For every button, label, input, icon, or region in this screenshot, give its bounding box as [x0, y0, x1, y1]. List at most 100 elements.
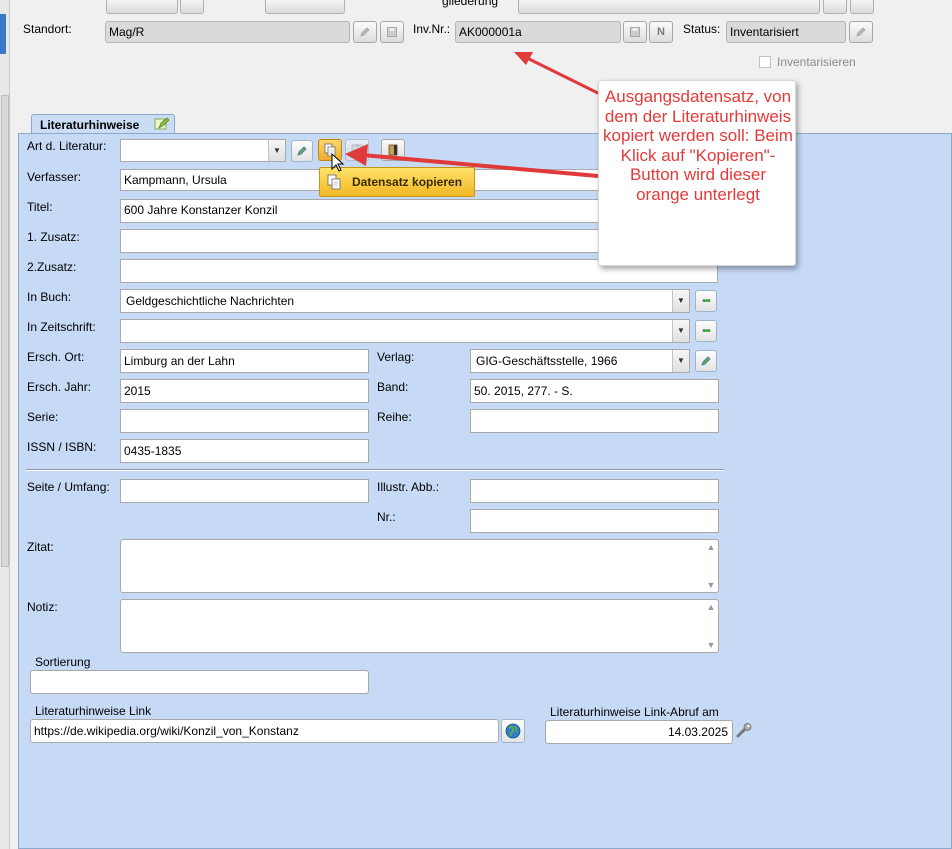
top-cut-button-3[interactable]: [265, 0, 345, 14]
pencil-icon: [297, 146, 307, 156]
inzeitschrift-label: In Zeitschrift:: [27, 320, 96, 334]
nr-label: Nr.:: [377, 510, 396, 524]
sortierung-field[interactable]: [30, 670, 369, 694]
verlag-combo[interactable]: GIG-Geschäftsstelle, 1966 ▼: [470, 349, 690, 373]
erschjahr-field[interactable]: 2015: [120, 379, 369, 403]
top-cut-field[interactable]: [518, 0, 820, 14]
notes-edit-icon: [154, 117, 170, 130]
serie-label: Serie:: [27, 410, 59, 424]
verlag-value: GIG-Geschäftsstelle, 1966: [476, 354, 618, 368]
open-link-button[interactable]: [501, 719, 525, 743]
band-label: Band:: [377, 380, 409, 394]
inbuch-label: In Buch:: [27, 290, 72, 304]
globe-icon: [505, 723, 521, 739]
scroll-down-icon[interactable]: ▼: [706, 640, 716, 650]
chevron-down-icon[interactable]: ▼: [672, 290, 689, 312]
verfasser-label: Verfasser:: [27, 170, 82, 184]
illustr-field[interactable]: [470, 479, 719, 503]
tab-literaturhinweise[interactable]: Literaturhinweise: [31, 114, 175, 134]
verlag-label: Verlag:: [377, 350, 415, 364]
paste-icon: [351, 144, 363, 157]
wrench-icon[interactable]: [736, 723, 754, 739]
paste-record-button[interactable]: [345, 139, 369, 161]
inzeitschrift-more-button[interactable]: •••: [695, 320, 717, 342]
art-label: Art d. Literatur:: [27, 139, 107, 153]
top-cut-button-1[interactable]: [106, 0, 178, 14]
callout-text: Ausgangsdatensatz, von dem der Literatur…: [603, 87, 793, 204]
top-cut-button-4[interactable]: [823, 0, 847, 14]
invnr-field[interactable]: AK000001a: [455, 21, 621, 43]
partial-label: gliederung: [442, 0, 499, 8]
scroll-up-icon[interactable]: ▲: [706, 602, 716, 612]
seite-label: Seite / Umfang:: [27, 480, 110, 494]
status-label: Status:: [683, 22, 721, 36]
illustr-label: Illustr. Abb.:: [377, 480, 440, 494]
abruf-label: Literaturhinweise Link-Abruf am: [550, 705, 719, 719]
link-field[interactable]: https://de.wikipedia.org/wiki/Konzil_von…: [30, 719, 499, 743]
chevron-down-icon[interactable]: ▼: [268, 140, 285, 161]
standort-label: Standort:: [23, 22, 72, 36]
sortierung-label: Sortierung: [35, 655, 91, 669]
zusatz2-label: 2.Zusatz:: [27, 260, 77, 274]
verlag-edit-button[interactable]: [695, 350, 717, 372]
band-field[interactable]: 50. 2015, 277. - S.: [470, 379, 719, 403]
serie-field[interactable]: [120, 409, 369, 433]
chevron-down-icon[interactable]: ▼: [672, 350, 689, 372]
issn-field[interactable]: 0435-1835: [120, 439, 369, 463]
edit-icon: [856, 27, 866, 37]
top-cut-button-5[interactable]: [850, 0, 874, 14]
inzeitschrift-combo[interactable]: ▼: [120, 319, 690, 343]
titel-label: Titel:: [27, 200, 53, 214]
inbuch-more-button[interactable]: •••: [695, 290, 717, 312]
scroll-down-icon[interactable]: ▼: [706, 580, 716, 590]
notiz-textarea[interactable]: ▲ ▼: [120, 599, 719, 653]
inbuch-value: Geldgeschichtliche Nachrichten: [126, 294, 295, 308]
book-button[interactable]: [381, 139, 405, 161]
pencil-icon: [360, 27, 370, 37]
erschjahr-label: Ersch. Jahr:: [27, 380, 92, 394]
standort-edit-button[interactable]: [353, 21, 377, 43]
issn-label: ISSN / ISBN:: [27, 440, 97, 454]
scroll-up-icon[interactable]: ▲: [706, 542, 716, 552]
reihe-label: Reihe:: [377, 410, 412, 424]
sidebar-selection-marker: [0, 14, 6, 54]
standort-field[interactable]: Mag/R: [105, 21, 350, 43]
link-label: Literaturhinweise Link: [35, 704, 152, 718]
art-edit-button[interactable]: [291, 140, 313, 162]
inventarisieren-label: Inventarisieren: [777, 55, 856, 69]
standort-save-button[interactable]: [380, 21, 404, 43]
notiz-label: Notiz:: [27, 600, 58, 614]
tab-label: Literaturhinweise: [40, 118, 140, 132]
nr-field[interactable]: [470, 509, 719, 533]
copy-icon: [327, 174, 341, 190]
invnr-label: Inv.Nr.:: [413, 22, 451, 36]
header-section: [16, 0, 952, 102]
inventarisieren-checkbox[interactable]: [759, 56, 771, 68]
zitat-textarea[interactable]: ▲ ▼: [120, 539, 719, 593]
annotation-callout: Ausgangsdatensatz, von dem der Literatur…: [598, 80, 796, 266]
left-sidebar-strip: [0, 0, 10, 849]
abruf-field[interactable]: 14.03.2025: [545, 720, 733, 744]
floppy-icon: [630, 27, 640, 37]
zusatz1-label: 1. Zusatz:: [27, 230, 80, 244]
reihe-field[interactable]: [470, 409, 719, 433]
pencil-icon: [701, 356, 711, 366]
invnr-save-button[interactable]: [623, 21, 647, 43]
floppy-icon: [387, 27, 397, 37]
erschort-label: Ersch. Ort:: [27, 350, 85, 364]
book-icon: [388, 144, 398, 156]
top-cut-button-2[interactable]: [180, 0, 204, 14]
left-scrollbar[interactable]: [1, 95, 9, 567]
tooltip-text: Datensatz kopieren: [352, 175, 463, 189]
new-number-button[interactable]: N: [649, 21, 673, 43]
status-edit-button[interactable]: [849, 21, 873, 43]
chevron-down-icon[interactable]: ▼: [672, 320, 689, 342]
erschort-field[interactable]: Limburg an der Lahn: [120, 349, 369, 373]
art-combo[interactable]: ▼: [120, 139, 286, 162]
section-divider: [26, 469, 724, 471]
inbuch-combo[interactable]: Geldgeschichtliche Nachrichten ▼: [120, 289, 690, 313]
zitat-label: Zitat:: [27, 540, 54, 554]
seite-field[interactable]: [120, 479, 369, 503]
status-field[interactable]: Inventarisiert: [726, 21, 846, 43]
mouse-cursor-icon: [331, 153, 345, 172]
